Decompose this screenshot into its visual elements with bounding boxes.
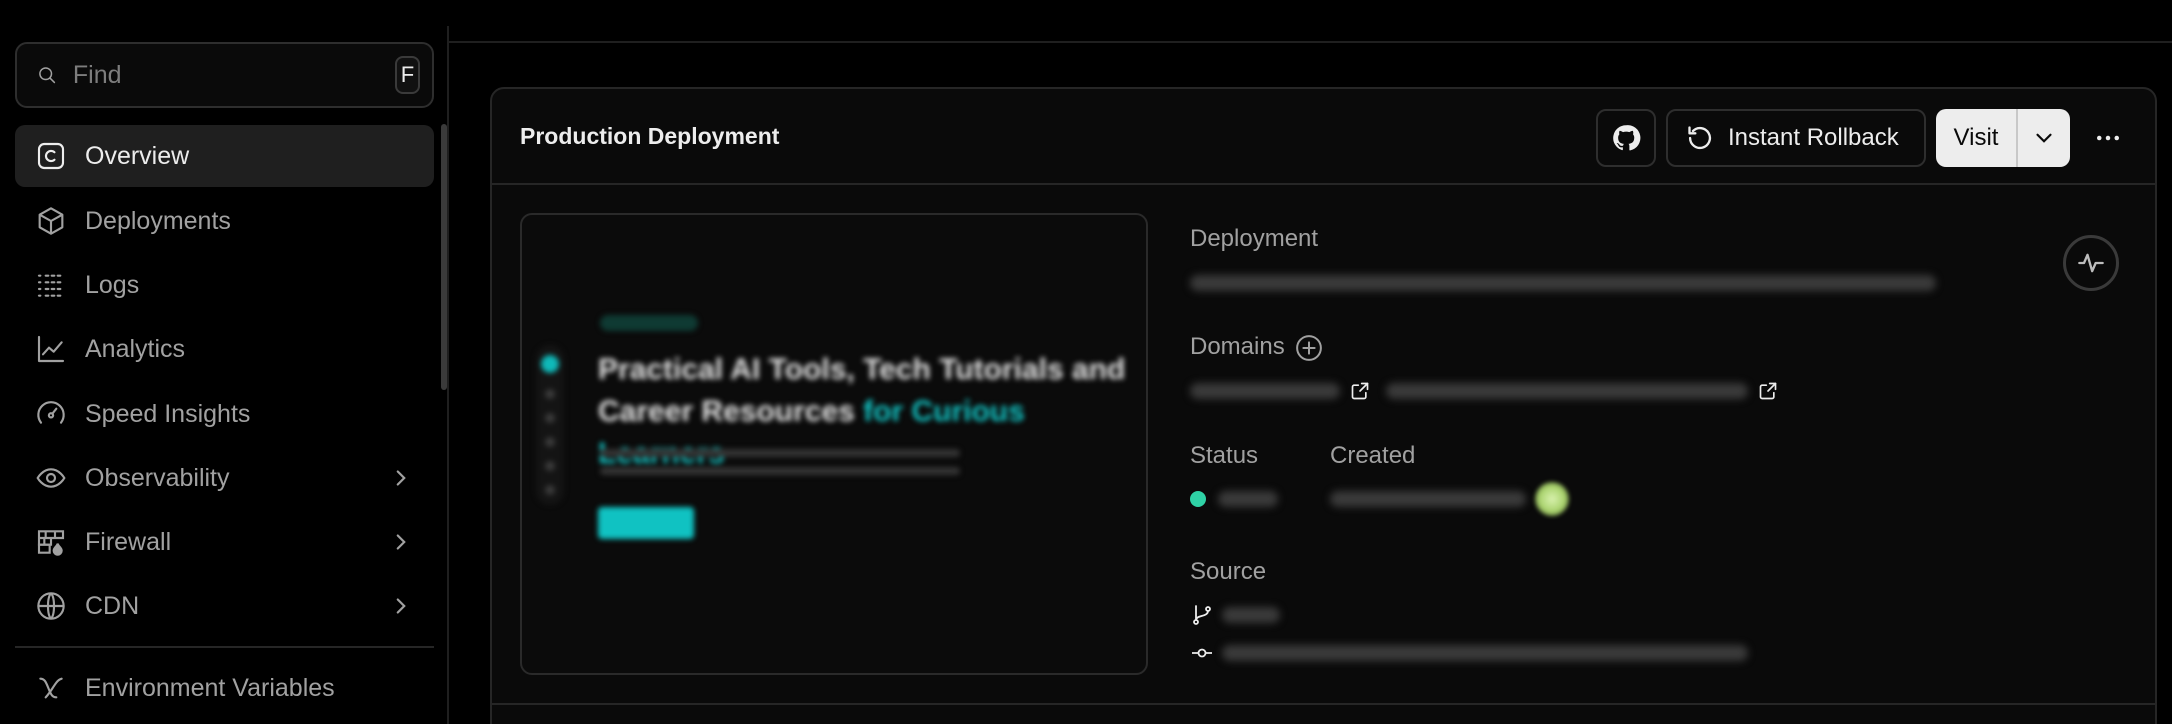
created-value-redacted: [1330, 491, 1526, 507]
sidebar-item-cdn[interactable]: CDN: [15, 575, 434, 637]
sidebar-item-label: Analytics: [85, 334, 186, 363]
preview-dot: [545, 461, 555, 471]
external-link-icon[interactable]: [1758, 381, 1778, 401]
deployment-label: Deployment: [1190, 225, 1319, 252]
preview-dot: [545, 437, 555, 447]
preview-dot: [541, 355, 559, 373]
card-section-divider: [492, 703, 2155, 705]
preview-sidebar: [536, 345, 564, 505]
find-shortcut-key: F: [394, 56, 420, 94]
git-branch-icon: [1193, 605, 1211, 625]
preview-badge: [600, 315, 698, 331]
search-icon: [39, 67, 56, 84]
sidebar-item-label: Logs: [85, 270, 140, 299]
preview-dot: [545, 485, 555, 495]
chevron-down-icon: [2036, 133, 2052, 143]
find-input[interactable]: [72, 60, 395, 90]
domain-redacted[interactable]: [1190, 383, 1340, 399]
created-label: Created: [1330, 442, 1416, 469]
visit-button[interactable]: Visit: [1936, 109, 2018, 167]
globe-icon: [37, 592, 65, 620]
sidebar-item-observability[interactable]: Observability: [15, 447, 434, 509]
preview-headline-main: Practical AI Tools, Tech Tutorials and C…: [598, 353, 1126, 428]
gauge-icon: [37, 401, 65, 424]
preview-dot: [545, 413, 555, 423]
sidebar-item-speed-insights[interactable]: Speed Insights: [15, 383, 434, 445]
deployment-preview[interactable]: Practical AI Tools, Tech Tutorials and C…: [520, 213, 1148, 675]
sidebar-item-label: Observability: [85, 463, 230, 492]
github-button[interactable]: [1596, 109, 1656, 167]
source-label: Source: [1190, 558, 1267, 585]
sidebar-item-label: Firewall: [85, 527, 172, 556]
sidebar-item-analytics[interactable]: Analytics: [15, 318, 434, 380]
card-header: Production Deployment Instant Rollback V…: [492, 89, 2155, 185]
visit-button-group: Visit: [1936, 109, 2070, 167]
overview-icon: [37, 142, 65, 170]
github-icon: [1613, 125, 1641, 151]
branch-name-redacted[interactable]: [1222, 607, 1280, 623]
sidebar-border: [447, 26, 449, 724]
logs-list-icon: [37, 274, 65, 297]
activity-icon: [2078, 253, 2104, 273]
status-label: Status: [1190, 442, 1259, 469]
sidebar-item-logs[interactable]: Logs: [15, 254, 434, 316]
more-horizontal-icon: [2097, 135, 2119, 141]
find-box[interactable]: F: [15, 42, 434, 108]
commit-message-redacted[interactable]: [1222, 645, 1748, 661]
chevron-right-icon: [396, 470, 406, 486]
more-options-button[interactable]: [2080, 109, 2136, 167]
status-value-redacted: [1218, 491, 1278, 507]
avatar[interactable]: [1535, 482, 1569, 516]
sidebar-item-label: Environment Variables: [85, 673, 335, 702]
sidebar: F Overview Deployments Logs Analytics: [0, 0, 447, 724]
chevron-right-icon: [396, 598, 406, 614]
sidebar-item-label: Deployments: [85, 206, 231, 235]
instant-rollback-button[interactable]: Instant Rollback: [1666, 109, 1926, 167]
status-indicator: [1190, 491, 1206, 507]
card-title: Production Deployment: [520, 123, 780, 149]
preview-text-line: [600, 467, 960, 475]
line-chart-icon: [37, 335, 65, 363]
sidebar-item-environment-variables[interactable]: Environment Variables: [15, 657, 434, 719]
preview-content: Practical AI Tools, Tech Tutorials and C…: [522, 215, 1146, 673]
chevron-right-icon: [396, 534, 406, 550]
domains-label: Domains: [1190, 333, 1285, 360]
visit-menu-button[interactable]: [2018, 109, 2070, 167]
eye-icon: [36, 468, 66, 488]
domain-redacted[interactable]: [1386, 383, 1748, 399]
external-link-icon[interactable]: [1350, 381, 1370, 401]
cube-icon: [38, 207, 64, 235]
sidebar-item-label: Speed Insights: [85, 399, 251, 428]
deployment-url-redacted[interactable]: [1190, 275, 1936, 291]
sidebar-item-firewall[interactable]: Firewall: [15, 511, 434, 573]
sidebar-item-label: Overview: [85, 141, 190, 170]
preview-secondary-button: [712, 507, 782, 539]
header-divider: [449, 41, 2172, 43]
sidebar-divider: [15, 646, 434, 648]
sidebar-item-label: CDN: [85, 591, 140, 620]
firewall-icon: [37, 530, 65, 556]
git-commit-icon: [1192, 648, 1212, 658]
preview-dot: [545, 389, 555, 399]
add-domain-icon[interactable]: [1294, 333, 1324, 363]
sidebar-item-overview[interactable]: Overview: [15, 125, 434, 187]
rollback-icon: [1688, 126, 1712, 150]
production-deployment-card: Production Deployment Instant Rollback V…: [490, 87, 2157, 724]
preview-text-line: [600, 449, 960, 457]
preview-primary-button: [598, 507, 694, 539]
sidebar-item-deployments[interactable]: Deployments: [15, 190, 434, 252]
variable-icon: [39, 677, 63, 699]
activity-button[interactable]: [2063, 235, 2119, 291]
instant-rollback-label: Instant Rollback: [1728, 124, 1899, 151]
